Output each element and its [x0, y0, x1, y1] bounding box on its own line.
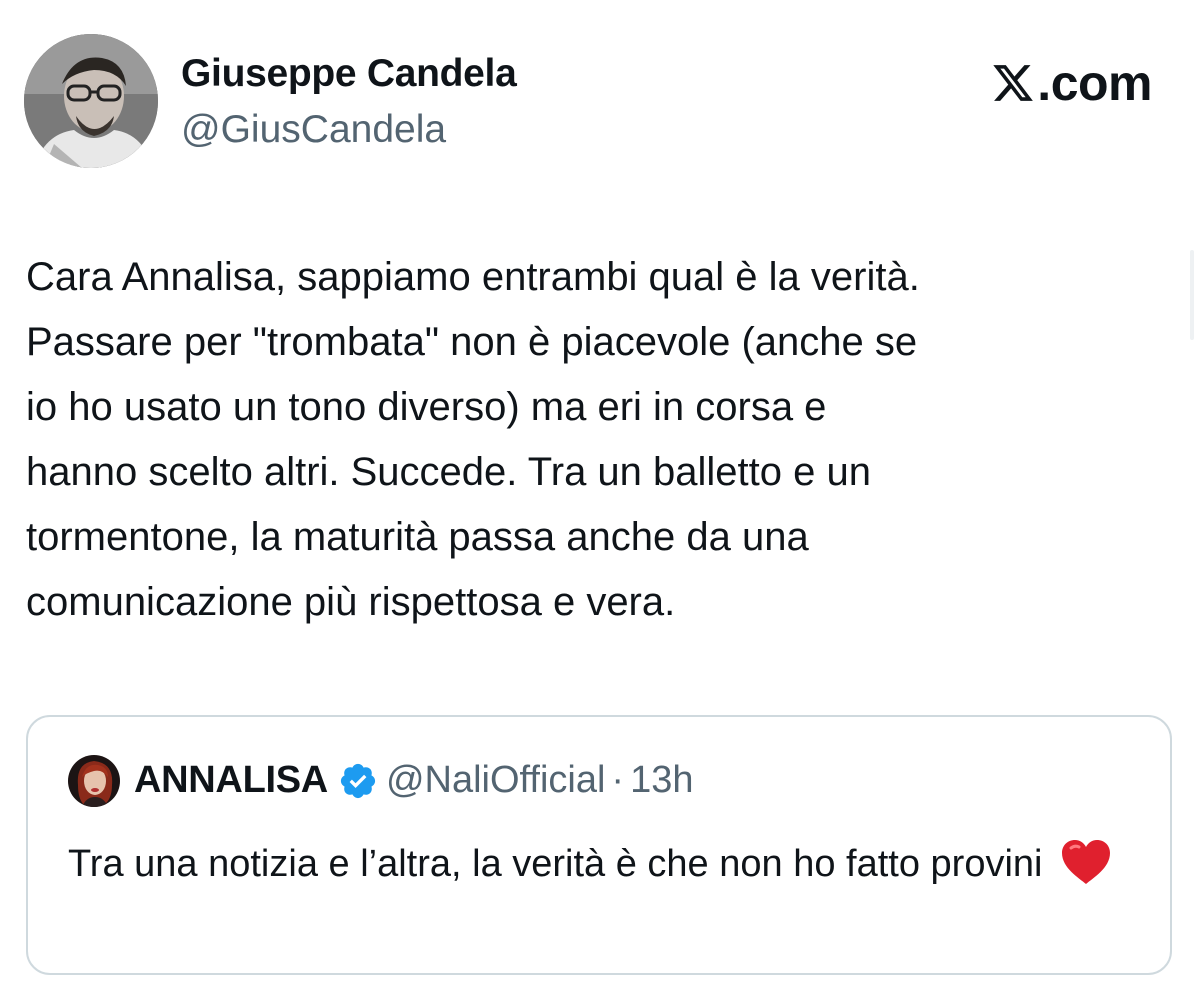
separator-dot: ·: [611, 759, 625, 801]
tweet-body: Cara Annalisa, sappiamo entrambi qual è …: [26, 255, 920, 624]
quoted-tweet-card[interactable]: ANNALISA @NaliOfficial · 13h Tra una not…: [26, 715, 1172, 975]
verified-badge-icon: [338, 761, 378, 801]
scroll-edge: [1190, 250, 1194, 340]
quoted-tweet-header: ANNALISA @NaliOfficial · 13h: [134, 759, 693, 802]
x-logo-icon: [993, 65, 1034, 101]
x-brand-label: .com: [1037, 55, 1152, 111]
red-heart-icon: [1059, 838, 1113, 886]
quoted-author-avatar[interactable]: [68, 755, 120, 807]
author-avatar[interactable]: [24, 34, 158, 168]
tweet-screenshot: Giuseppe Candela @GiusCandela .com Cara …: [0, 0, 1200, 984]
quoted-author-name[interactable]: ANNALISA: [134, 759, 328, 802]
quoted-tweet-text: Tra una notizia e l’altra, la verità è c…: [68, 843, 1043, 885]
x-brand: .com: [991, 54, 1152, 112]
author-handle[interactable]: @GiusCandela: [181, 108, 446, 152]
user-photo-avatar: [24, 34, 158, 168]
author-name[interactable]: Giuseppe Candela: [181, 52, 517, 96]
quoted-tweet-body: Tra una notizia e l’altra, la verità è c…: [68, 837, 1148, 891]
quoted-author-handle[interactable]: @NaliOfficial: [386, 759, 605, 802]
quoted-tweet-time[interactable]: 13h: [630, 759, 693, 802]
quoted-user-photo-avatar: [68, 755, 120, 807]
